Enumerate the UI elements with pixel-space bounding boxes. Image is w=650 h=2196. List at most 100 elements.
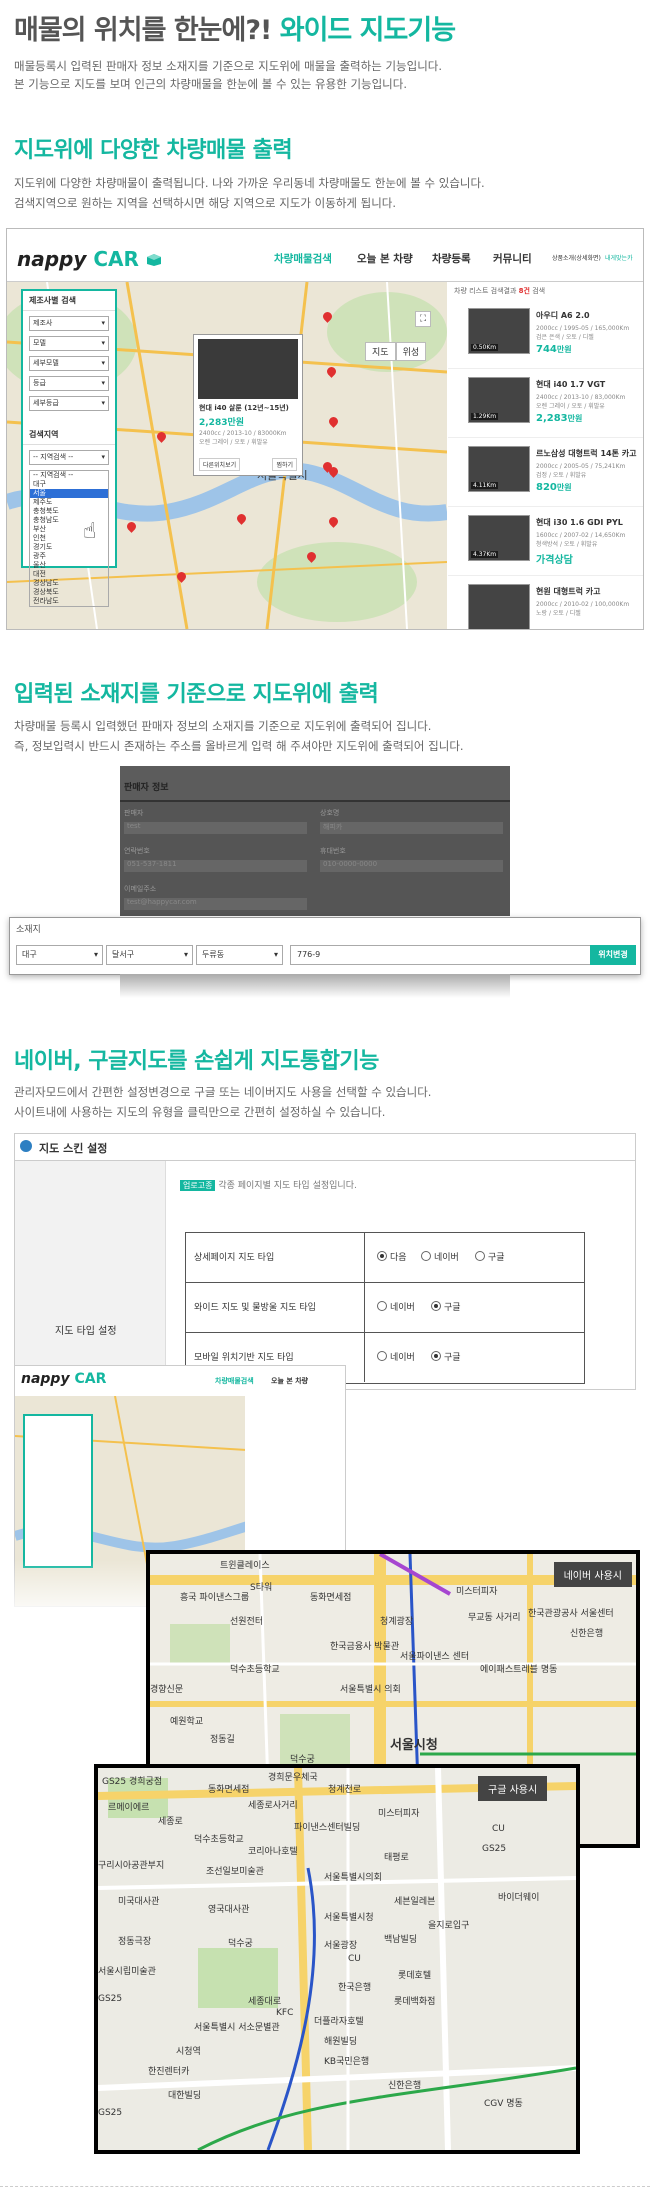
map-label: KFC [276, 2008, 294, 2018]
map-label: 정동길 [210, 1735, 235, 1745]
company-label: 상호명 [320, 809, 340, 817]
car-spec-2: 노랑 / 오토 / 디젤 [536, 610, 581, 617]
radio-daum[interactable]: 다음 [377, 1250, 407, 1263]
map-label: 세븐일레븐 [394, 1897, 436, 1907]
region-option[interactable]: 대구 [30, 480, 108, 489]
fullscreen-icon[interactable]: ⛶ [415, 311, 431, 327]
model-select[interactable]: 모델 [29, 336, 109, 351]
region-option[interactable]: 경기도 [30, 543, 108, 552]
map-label: 경희문우체국 [268, 1773, 318, 1783]
map-type-map-button[interactable]: 지도 [365, 342, 396, 361]
car-spec-2: 오렌 그레이 / 오토 / 휘발유 [536, 403, 605, 410]
distance-label: 4.11Km [471, 482, 499, 489]
email-label: 이메일주소 [124, 885, 157, 893]
map-label: 시청역 [176, 2047, 201, 2057]
region-select[interactable]: -- 지역검색 -- [29, 450, 109, 465]
map-type-satellite-button[interactable]: 위성 [395, 342, 427, 361]
nav-item-community[interactable]: 커뮤니티 [493, 251, 532, 266]
change-location-button[interactable]: 위치변경 [590, 945, 636, 965]
region-option[interactable]: 제주도 [30, 498, 108, 507]
seller-value: test [124, 822, 307, 834]
region-option-selected[interactable]: 서울 [30, 489, 108, 498]
car-list: 차량 리스트 검색결과 8건 검색 0.50Km 아우디 A6 2.0 2000… [448, 282, 643, 629]
section1-desc-1: 지도위에 다양한 차량매물이 출력됩니다. 나와 가까운 우리동네 차량매물도 … [14, 176, 485, 190]
section2-desc-1: 차량매물 등록시 입력했던 판매자 정보의 소재지를 기준으로 지도위에 출력되… [14, 719, 432, 733]
maker-select[interactable]: 제조사 [29, 316, 109, 331]
settings-header: 지도 스킨 설정 [15, 1134, 635, 1161]
region-option[interactable]: 경상남도 [30, 579, 108, 588]
sub-model-select[interactable]: 세부모델 [29, 356, 109, 371]
dong-select[interactable]: 두류동 [196, 945, 283, 965]
car-spec: 2400cc / 2013-10 / 83,000Km 오렌 그레이 / 오토 /… [536, 393, 625, 411]
radio-naver[interactable]: 네이버 [377, 1350, 415, 1363]
radio-naver[interactable]: 네이버 [421, 1250, 459, 1263]
map-label: 선원전터 [230, 1617, 264, 1627]
bottom-divider [0, 2186, 650, 2188]
radio-google[interactable]: 구글 [431, 1300, 461, 1313]
region-option[interactable]: 경상북도 [30, 588, 108, 597]
map-label: 서울특별시 서소문별관 [194, 2023, 280, 2033]
thumb-nav-item: 오늘 본 차량 [271, 1377, 309, 1385]
section3-title: 네이버, 구글지도를 손쉽게 지도통합기능 [14, 1049, 379, 1074]
map-label: 신한은행 [570, 1629, 604, 1639]
nav-item-search[interactable]: 차량매물검색 [274, 251, 332, 266]
seller-info-header: 판매자 정보 [124, 783, 169, 793]
nav-item-mycar[interactable]: 내게맞는카 [605, 253, 633, 262]
region-option[interactable]: 충청북도 [30, 507, 108, 516]
popup-price: 2,283만원 [199, 418, 245, 428]
map-label: 무교동 사거리 [468, 1613, 521, 1623]
grade-select[interactable]: 등급 [29, 376, 109, 391]
list-header-count: 8건 [518, 287, 530, 295]
region-option[interactable]: 광주 [30, 552, 108, 561]
nav-item-info[interactable]: 상품소개(상세화면) [552, 253, 601, 262]
map-label: 미스터피자 [456, 1587, 498, 1597]
list-item[interactable]: 현원 대형트럭 카고 2000cc / 2010-02 / 100,000Km 노… [448, 576, 643, 629]
region-option[interactable]: 대전 [30, 570, 108, 579]
table-row: 와이드 지도 및 물방울 지도 타입 네이버 구글 [186, 1283, 584, 1333]
list-item[interactable]: 1.29Km 현대 i40 1.7 VGT 2400cc / 2013-10 /… [448, 369, 643, 438]
map-label: 서울파이낸스 센터 [400, 1652, 470, 1662]
car-spec-2: 청색방석 / 오토 / 휘발유 [536, 541, 598, 548]
map-label: 조선일보미술관 [206, 1867, 264, 1877]
region-option[interactable]: -- 지역검색 -- [30, 471, 108, 480]
site-logo[interactable]: nappy CAR [17, 247, 162, 271]
radio-naver[interactable]: 네이버 [377, 1300, 415, 1313]
thumb-search-panel [23, 1414, 93, 1568]
phone-value: 051-537-1811 [124, 860, 307, 872]
list-item[interactable]: 4.37Km 현대 i30 1.6 GDI PYL 1600cc / 2007-… [448, 507, 643, 576]
car-spec-1: 2000cc / 1995-05 / 165,000Km [536, 325, 630, 332]
radio-google[interactable]: 구글 [475, 1250, 505, 1263]
map-label: 롯데호텔 [398, 1971, 432, 1981]
price-value: 2,283 [536, 413, 568, 424]
radio-google[interactable]: 구글 [431, 1350, 461, 1363]
settings-note-text: 각종 페이지별 지도 타입 설정입니다. [218, 1181, 357, 1191]
list-item[interactable]: 4.11Km 르노삼성 대형트럭 14톤 카고 2000cc / 2005-05… [448, 438, 643, 507]
radio-dot [431, 1301, 441, 1311]
map-type-setting-label: 지도 타입 설정 [55, 1326, 117, 1337]
email-value: test@happycar.com [124, 898, 307, 910]
popup-other-button[interactable]: 다른위치보기 [199, 458, 241, 471]
map-label: 한국관광공사 서울센터 [528, 1609, 614, 1619]
row-options: 다음 네이버 구글 [364, 1233, 585, 1282]
car-name: 르노삼성 대형트럭 14톤 카고 [536, 449, 637, 458]
logo-car: CAR [93, 247, 139, 271]
nav-item-today[interactable]: 오늘 본 차량 [357, 251, 413, 266]
car-popup[interactable]: 현대 i40 살룬 (12년~15년) 2,283만원 2400cc / 201… [193, 334, 303, 476]
region-option[interactable]: 울산 [30, 561, 108, 570]
screenshot-fade [120, 974, 510, 998]
district-select[interactable]: 달서구 [106, 945, 193, 965]
car-spec-1: 2000cc / 2010-02 / 100,000Km [536, 601, 630, 608]
city-select[interactable]: 대구 [16, 945, 103, 965]
car-price: 2,283만원 [536, 413, 582, 424]
nav-item-register[interactable]: 차량등록 [432, 251, 471, 266]
map-label: 청계광장 [380, 1617, 414, 1627]
popup-favorite-button[interactable]: 찜하기 [272, 458, 297, 471]
list-item[interactable]: 0.50Km 아우디 A6 2.0 2000cc / 1995-05 / 165… [448, 300, 643, 369]
radio-dot [431, 1351, 441, 1361]
address-input[interactable]: 776-9 [290, 945, 596, 965]
car-name: 현원 대형트럭 카고 [536, 587, 601, 596]
sub-grade-select[interactable]: 세부등급 [29, 396, 109, 411]
price-unit: 만원 [556, 345, 572, 354]
map-label: 파이낸스센터빌딩 [294, 1823, 361, 1833]
region-option[interactable]: 전라남도 [30, 597, 108, 606]
